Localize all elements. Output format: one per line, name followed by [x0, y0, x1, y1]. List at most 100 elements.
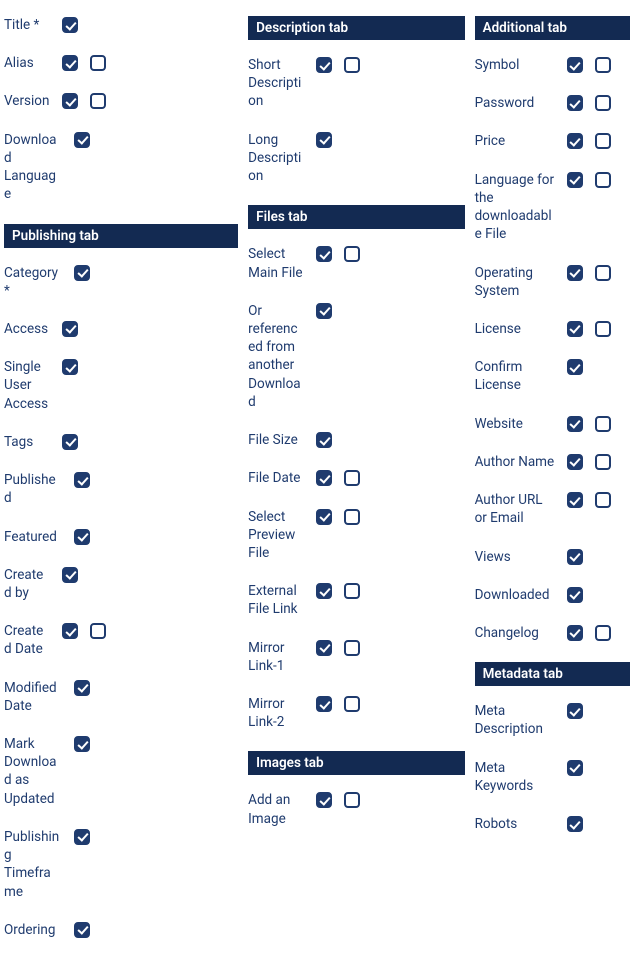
checkbox-primary[interactable]: [74, 736, 90, 752]
checkbox-primary[interactable]: [567, 416, 583, 432]
checkbox-primary[interactable]: [62, 567, 78, 583]
checkbox-primary[interactable]: [316, 57, 332, 73]
checkbox-primary[interactable]: [567, 95, 583, 111]
checkbox-primary[interactable]: [567, 816, 583, 832]
checkbox-secondary[interactable]: [90, 623, 106, 639]
checkbox-primary[interactable]: [316, 132, 332, 148]
checkbox-secondary[interactable]: [344, 57, 360, 73]
checkbox-secondary[interactable]: [595, 57, 611, 73]
checkbox-primary[interactable]: [316, 792, 332, 808]
field-label: Author Name: [475, 453, 555, 471]
field-label: Version: [4, 92, 50, 110]
field-label: Select Preview File: [248, 508, 304, 563]
tab-header: Publishing tab: [4, 224, 238, 248]
checkbox-primary[interactable]: [316, 470, 332, 486]
field-label: Created Date: [4, 622, 50, 658]
field-label: Select Main File: [248, 245, 304, 281]
field-label: Created by: [4, 566, 50, 602]
field-label: Ordering: [4, 921, 62, 939]
field-row: Title *: [4, 16, 238, 34]
checkbox-secondary[interactable]: [595, 492, 611, 508]
field-row: Alias: [4, 54, 238, 72]
field-row: Changelog: [475, 624, 630, 642]
checkbox-secondary[interactable]: [344, 583, 360, 599]
checkbox-primary[interactable]: [316, 696, 332, 712]
checkbox-primary[interactable]: [567, 133, 583, 149]
checkbox-primary[interactable]: [316, 432, 332, 448]
checkbox-secondary[interactable]: [344, 792, 360, 808]
field-row: Single User Access: [4, 358, 238, 413]
field-label: Downloaded: [475, 586, 555, 604]
checkbox-primary[interactable]: [567, 760, 583, 776]
checkbox-primary[interactable]: [74, 529, 90, 545]
field-label: Short Description: [248, 56, 304, 111]
checkbox-primary[interactable]: [62, 17, 78, 33]
checkbox-primary[interactable]: [62, 434, 78, 450]
checkbox-primary[interactable]: [316, 583, 332, 599]
checkbox-primary[interactable]: [567, 549, 583, 565]
checkbox-primary[interactable]: [567, 359, 583, 375]
checkbox-primary[interactable]: [567, 625, 583, 641]
checkbox-primary[interactable]: [567, 172, 583, 188]
checkbox-secondary[interactable]: [595, 172, 611, 188]
checkbox-secondary[interactable]: [344, 246, 360, 262]
field-label: Author URL or Email: [475, 491, 555, 527]
checkbox-primary[interactable]: [567, 492, 583, 508]
field-row: Downloaded: [475, 586, 630, 604]
checkbox-primary[interactable]: [316, 640, 332, 656]
checkbox-secondary[interactable]: [344, 696, 360, 712]
checkbox-primary[interactable]: [316, 246, 332, 262]
checkbox-secondary[interactable]: [595, 133, 611, 149]
field-row: Author Name: [475, 453, 630, 471]
field-label: Password: [475, 94, 555, 112]
field-label: Long Description: [248, 131, 304, 186]
checkbox-secondary[interactable]: [90, 93, 106, 109]
tab-header: Images tab: [248, 751, 464, 775]
checkbox-primary[interactable]: [62, 321, 78, 337]
checkbox-secondary[interactable]: [595, 454, 611, 470]
checkbox-primary[interactable]: [567, 703, 583, 719]
checkbox-secondary[interactable]: [595, 95, 611, 111]
field-row: Short Description: [248, 56, 464, 111]
checkbox-primary[interactable]: [74, 922, 90, 938]
field-row: License: [475, 320, 630, 338]
checkbox-primary[interactable]: [62, 93, 78, 109]
checkbox-secondary[interactable]: [595, 416, 611, 432]
field-label: Robots: [475, 815, 555, 833]
column-2: Description tabShort DescriptionLong Des…: [248, 10, 464, 953]
checkbox-primary[interactable]: [567, 265, 583, 281]
field-row: File Size: [248, 431, 464, 449]
checkbox-primary[interactable]: [567, 321, 583, 337]
checkbox-primary[interactable]: [74, 265, 90, 281]
form-columns: Title * Alias Version Download Language Publ…: [4, 10, 630, 953]
field-row: Select Main File: [248, 245, 464, 281]
checkbox-primary[interactable]: [567, 587, 583, 603]
checkbox-secondary[interactable]: [595, 625, 611, 641]
field-label: Download Language: [4, 131, 62, 204]
field-row: Created by: [4, 566, 238, 602]
checkbox-secondary[interactable]: [344, 509, 360, 525]
field-label: Or referenced from another Download: [248, 302, 304, 411]
field-row: Access: [4, 320, 238, 338]
field-row: External File Link: [248, 582, 464, 618]
checkbox-primary[interactable]: [74, 680, 90, 696]
field-row: Views: [475, 548, 630, 566]
checkbox-primary[interactable]: [62, 359, 78, 375]
checkbox-primary[interactable]: [316, 509, 332, 525]
checkbox-primary[interactable]: [62, 55, 78, 71]
checkbox-primary[interactable]: [74, 829, 90, 845]
field-label: File Date: [248, 469, 304, 487]
checkbox-secondary[interactable]: [344, 640, 360, 656]
checkbox-secondary[interactable]: [595, 265, 611, 281]
checkbox-secondary[interactable]: [595, 321, 611, 337]
checkbox-primary[interactable]: [567, 57, 583, 73]
field-label: Category *: [4, 264, 62, 300]
checkbox-primary[interactable]: [567, 454, 583, 470]
checkbox-primary[interactable]: [74, 472, 90, 488]
checkbox-primary[interactable]: [62, 623, 78, 639]
checkbox-secondary[interactable]: [90, 55, 106, 71]
checkbox-secondary[interactable]: [344, 470, 360, 486]
field-label: Symbol: [475, 56, 555, 74]
checkbox-primary[interactable]: [316, 303, 332, 319]
checkbox-primary[interactable]: [74, 132, 90, 148]
